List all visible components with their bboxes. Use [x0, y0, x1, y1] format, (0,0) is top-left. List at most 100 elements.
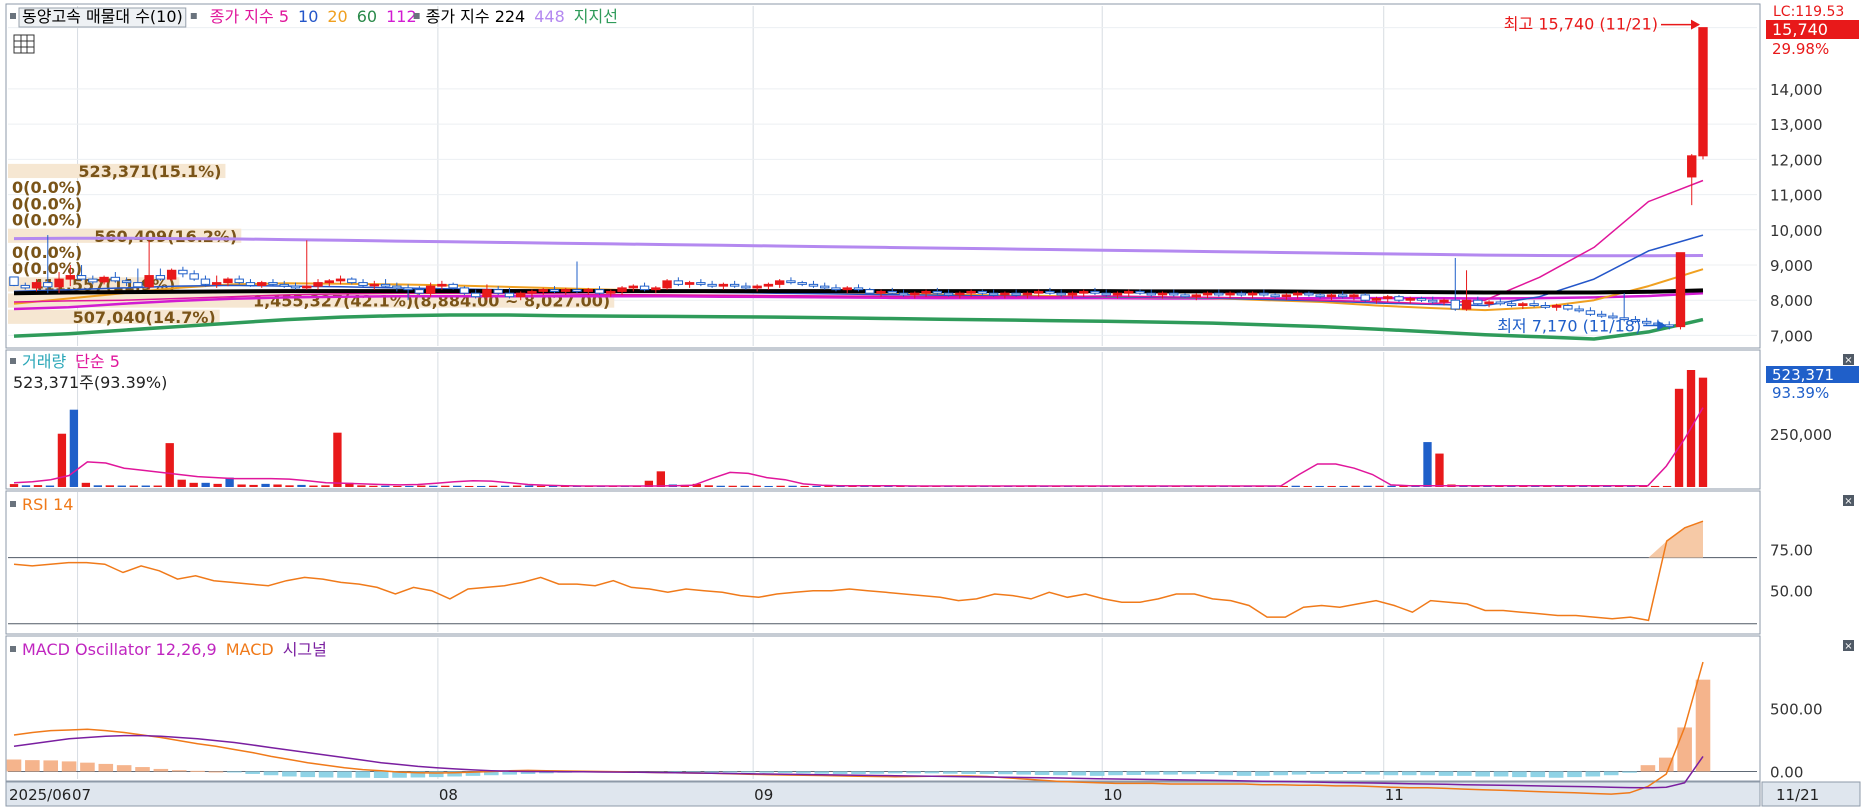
- volume-profile-label: 0(0.0%): [12, 194, 82, 213]
- candle-body: [887, 290, 897, 294]
- candle-body: [538, 289, 548, 292]
- price-legend-item: 448: [534, 7, 565, 26]
- price-legend-item: 10: [298, 7, 318, 26]
- volume-bar: [45, 485, 55, 487]
- candle-body: [1124, 290, 1134, 294]
- price-axis-tick: 12,000: [1770, 151, 1823, 169]
- volume-bar: [465, 485, 474, 487]
- price-legend-item: 112: [386, 7, 417, 26]
- price-legend-item: 지지선: [574, 7, 618, 26]
- candle-body: [763, 283, 774, 287]
- volume-profile-label: 0(0.0%): [12, 178, 82, 197]
- candle-body: [1349, 294, 1359, 298]
- candle-body: [347, 278, 357, 284]
- legend-marker: [10, 13, 16, 19]
- candle-body: [662, 280, 672, 289]
- macd-oscillator-bar: [1383, 771, 1399, 776]
- candle-body: [876, 290, 886, 294]
- volume-bar: [800, 485, 809, 487]
- volume-bar: [488, 485, 498, 487]
- macd-oscillator-bar: [1255, 771, 1270, 776]
- volume-profile-label: 0(0.0%): [12, 243, 82, 262]
- stock-chart[interactable]: 507,040(14.7%)1,455,327(42.1%)(8,884.00 …: [0, 0, 1863, 809]
- macd-oscillator-bar: [208, 771, 224, 773]
- volume-bar: [153, 485, 162, 487]
- panel-close-glyph: ×: [1844, 355, 1852, 366]
- candle-body: [1214, 292, 1224, 296]
- low-price-annotation: 최저 7,170 (11/18): [1497, 316, 1641, 335]
- macd-oscillator-bar: [741, 771, 756, 773]
- volume-bar: [213, 483, 222, 487]
- candle-body: [1045, 290, 1055, 294]
- volume-bar: [524, 485, 534, 487]
- candle-body: [54, 278, 64, 288]
- rsi-legend-item: RSI 14: [22, 495, 73, 514]
- macd-oscillator-bar: [1512, 771, 1527, 778]
- candle-body: [549, 289, 560, 292]
- candle-body: [955, 292, 965, 296]
- candle-body: [302, 285, 312, 289]
- candle-body: [1687, 155, 1697, 178]
- candle-body: [110, 276, 121, 282]
- macd-oscillator-bar: [1034, 771, 1050, 775]
- volume-bar: [1303, 485, 1312, 487]
- candle-body: [561, 289, 571, 292]
- candle-body: [1585, 310, 1596, 315]
- candle-body: [1225, 292, 1235, 296]
- candle-body: [1394, 296, 1404, 301]
- macd-oscillator-bar: [906, 771, 921, 774]
- candle-body: [516, 292, 526, 298]
- candle-body: [121, 280, 132, 284]
- candle-body: [88, 278, 98, 283]
- candle-body: [1439, 299, 1449, 303]
- candle-body: [1315, 294, 1325, 298]
- candle-body: [1698, 27, 1708, 157]
- macd-oscillator-bar: [1053, 771, 1068, 776]
- chart-background: [0, 0, 1863, 809]
- candle-body: [380, 283, 391, 287]
- candle-body: [1157, 292, 1168, 296]
- macd-oscillator-bar: [245, 771, 260, 774]
- macd-oscillator-bar: [777, 771, 793, 773]
- volume-bar: [429, 485, 438, 487]
- candle-body: [493, 289, 503, 294]
- candle-body: [1079, 290, 1089, 294]
- macd-oscillator-bar: [1236, 771, 1252, 776]
- x-axis-label: 11: [1385, 786, 1404, 804]
- candle-body: [718, 283, 729, 287]
- volume-bar: [1327, 485, 1336, 487]
- candle-body: [673, 280, 684, 285]
- candle-body: [1247, 292, 1258, 296]
- high-price-annotation: 최고 15,740 (11/21): [1504, 15, 1658, 34]
- volume-profile-label: 560,409(16.2%): [94, 227, 237, 246]
- candle-body: [211, 282, 222, 285]
- candle-body: [504, 292, 515, 298]
- last-change-label: 29.98%: [1772, 40, 1829, 58]
- macd-oscillator-bar: [1603, 771, 1619, 776]
- macd-oscillator-bar: [263, 771, 279, 776]
- candle-body: [1574, 308, 1584, 312]
- macd-oscillator-bar: [1457, 771, 1472, 776]
- candle-body: [865, 289, 875, 294]
- macd-oscillator-bar: [887, 771, 903, 774]
- volume-bar: [285, 485, 294, 487]
- candle-body: [606, 290, 616, 294]
- candle-body: [1202, 292, 1213, 296]
- macd-oscillator-bar: [814, 771, 830, 774]
- macd-oscillator-bar: [796, 771, 811, 774]
- candle-body: [43, 282, 53, 288]
- candle-body: [1022, 292, 1033, 296]
- price-axis-tick: 14,000: [1770, 81, 1823, 99]
- macd-legend-item: MACD: [226, 640, 274, 659]
- legend-marker: [190, 13, 197, 19]
- macd-axis-tick: 0.00: [1770, 763, 1803, 781]
- candle-body: [1551, 305, 1562, 308]
- volume-bar: [357, 485, 366, 487]
- price-legend-item: 20: [327, 7, 347, 26]
- candle-body: [1011, 292, 1021, 296]
- volume-bar: [297, 484, 306, 487]
- candle-body: [1180, 294, 1190, 298]
- candle-body: [797, 282, 807, 285]
- macd-oscillator-bar: [355, 771, 371, 778]
- price-axis-tick: 10,000: [1770, 222, 1823, 240]
